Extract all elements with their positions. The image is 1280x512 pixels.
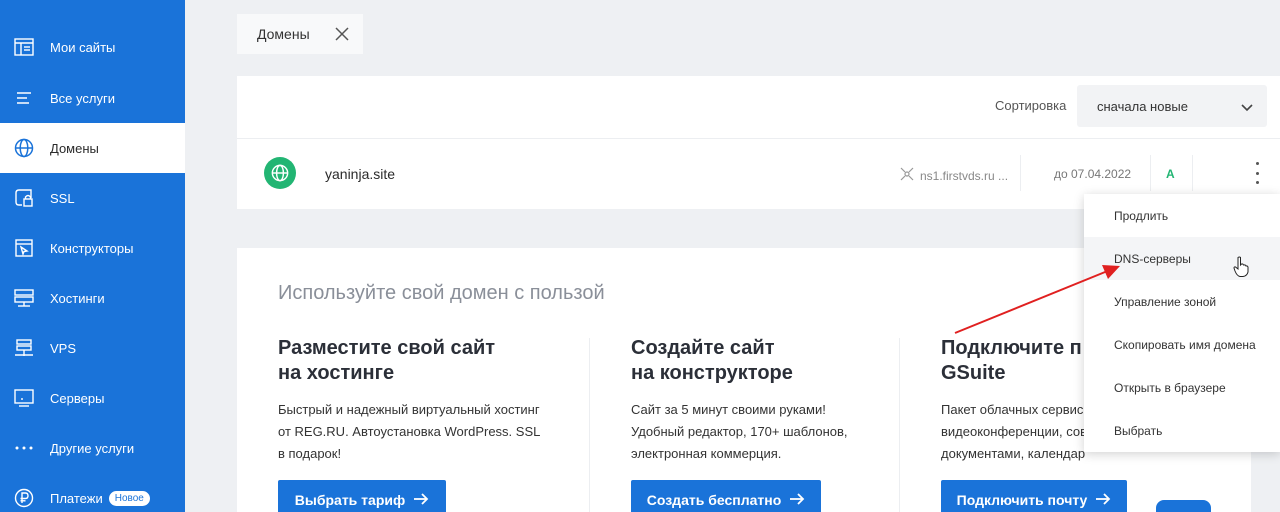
card-title: Создайте сайт на конструкторе xyxy=(631,337,793,384)
sidebar-item-payments[interactable]: Платежи Новое xyxy=(0,473,185,512)
sort-select[interactable]: сначала новые xyxy=(1077,85,1267,127)
menu-item-zone-management[interactable]: Управление зоной xyxy=(1084,280,1280,323)
list-icon xyxy=(13,87,35,109)
card-title: Разместите свой сайт на хостинге xyxy=(278,337,496,384)
sites-icon xyxy=(13,36,35,58)
menu-item-select[interactable]: Выбрать xyxy=(1084,409,1280,452)
arrow-right-icon xyxy=(1095,492,1111,508)
sidebar-item-label: Платежи xyxy=(50,490,103,506)
sidebar-item-label: Все услуги xyxy=(50,90,115,106)
menu-item-open-in-browser[interactable]: Открыть в браузере xyxy=(1084,366,1280,409)
tab-domains[interactable]: Домены xyxy=(237,14,363,54)
sidebar-item-label: Домены xyxy=(50,140,99,156)
promo-title: Используйте свой домен с пользой xyxy=(278,282,605,304)
ruble-icon xyxy=(13,487,35,509)
domains-panel: Сортировка сначала новые yaninja.site ns… xyxy=(237,76,1280,209)
sidebar-item-label: SSL xyxy=(50,190,75,206)
menu-item-label: Управление зоной xyxy=(1114,294,1217,309)
sidebar-item-my-sites[interactable]: Мои сайты xyxy=(0,22,185,72)
sidebar-item-constructors[interactable]: Конструкторы xyxy=(0,223,185,273)
sidebar: Мои сайты Все услуги Домены SSL Конструк… xyxy=(0,0,185,512)
divider xyxy=(237,138,1280,139)
hand-cursor-icon xyxy=(1233,256,1249,283)
menu-item-dns-servers[interactable]: DNS-серверы xyxy=(1084,237,1280,280)
sidebar-item-label: Серверы xyxy=(50,390,105,406)
divider xyxy=(1020,155,1021,191)
chat-button[interactable] xyxy=(1156,500,1211,512)
sidebar-item-label: Мои сайты xyxy=(50,39,116,55)
ssl-lock-icon xyxy=(13,187,35,209)
create-free-button[interactable]: Создать бесплатно xyxy=(631,480,821,512)
arrow-right-icon xyxy=(789,492,805,508)
menu-item-label: Выбрать xyxy=(1114,423,1163,438)
nameservers-text: ns1.firstvds.ru ... xyxy=(920,168,1009,183)
button-label: Выбрать тариф xyxy=(294,492,406,508)
sidebar-item-hosting[interactable]: Хостинги xyxy=(0,273,185,323)
globe-icon xyxy=(13,137,35,159)
card-text: Сайт за 5 минут своими руками! Удобный р… xyxy=(631,402,848,461)
domain-globe-icon xyxy=(264,157,296,189)
arrow-right-icon xyxy=(413,492,429,508)
sidebar-item-servers[interactable]: Серверы xyxy=(0,373,185,423)
expiry-date: до 07.04.2022 xyxy=(1054,167,1132,181)
divider xyxy=(1192,155,1193,191)
card-text: Быстрый и надежный виртуальный хостинг о… xyxy=(278,402,541,461)
sort-label: Сортировка xyxy=(995,98,1067,113)
sidebar-item-label: Другие услуги xyxy=(50,440,135,456)
sort-selected-value: сначала новые xyxy=(1097,98,1188,114)
divider xyxy=(899,338,900,512)
sidebar-item-vps[interactable]: VPS xyxy=(0,323,185,373)
nameservers[interactable]: ns1.firstvds.ru ... xyxy=(900,167,1008,184)
sidebar-item-domains[interactable]: Домены xyxy=(0,123,185,173)
menu-item-label: Продлить xyxy=(1114,208,1169,223)
constructor-icon xyxy=(13,237,35,259)
close-icon[interactable] xyxy=(333,25,351,43)
menu-item-label: Открыть в браузере xyxy=(1114,380,1226,395)
menu-item-label: DNS-серверы xyxy=(1114,251,1191,266)
button-label: Подключить почту xyxy=(956,492,1088,508)
more-icon xyxy=(13,437,35,459)
button-label: Создать бесплатно xyxy=(646,492,782,508)
more-options-icon[interactable] xyxy=(1249,162,1265,184)
new-badge: Новое xyxy=(108,490,150,506)
tab-label: Домены xyxy=(257,26,310,42)
sidebar-item-label: Конструкторы xyxy=(50,240,134,256)
dns-icon xyxy=(900,167,914,184)
constructor-card: Создайте сайт на конструкторе Сайт за 5 … xyxy=(631,336,891,465)
status-badge: A xyxy=(1166,167,1175,181)
choose-plan-button[interactable]: Выбрать тариф xyxy=(278,480,446,512)
vps-icon xyxy=(13,337,35,359)
menu-item-copy-domain-name[interactable]: Скопировать имя домена xyxy=(1084,323,1280,366)
divider xyxy=(1150,155,1151,191)
sidebar-item-ssl[interactable]: SSL xyxy=(0,173,185,223)
server-icon xyxy=(13,387,35,409)
divider xyxy=(589,338,590,512)
sidebar-item-label: VPS xyxy=(50,340,77,356)
chevron-down-icon xyxy=(1241,100,1253,115)
sidebar-item-other-services[interactable]: Другие услуги xyxy=(0,423,185,473)
sidebar-item-label: Хостинги xyxy=(50,290,105,306)
menu-item-renew[interactable]: Продлить xyxy=(1084,194,1280,237)
hosting-card: Разместите свой сайт на хостинге Быстрый… xyxy=(278,336,578,465)
hosting-icon xyxy=(13,287,35,309)
domain-name[interactable]: yaninja.site xyxy=(325,166,395,182)
domain-actions-menu: Продлить DNS-серверы Управление зоной Ск… xyxy=(1084,194,1280,452)
menu-item-label: Скопировать имя домена xyxy=(1114,337,1256,352)
sidebar-item-all-services[interactable]: Все услуги xyxy=(0,73,185,123)
connect-mail-button[interactable]: Подключить почту xyxy=(941,480,1127,512)
